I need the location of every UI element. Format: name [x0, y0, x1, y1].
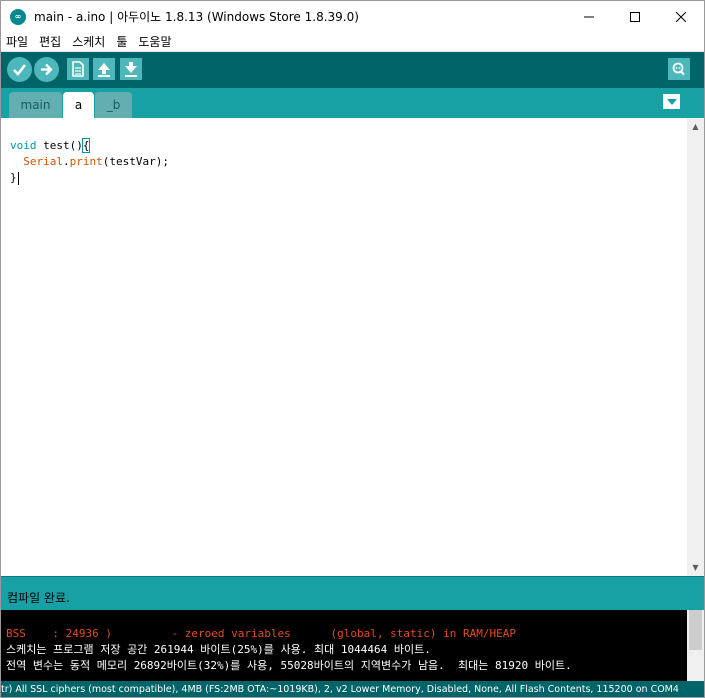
verify-button[interactable] — [7, 57, 32, 82]
menu-help[interactable]: 도움말 — [133, 33, 177, 50]
upload-button[interactable] — [34, 57, 59, 82]
sketch-tabs: main a _b — [1, 88, 704, 118]
check-icon — [13, 64, 27, 76]
code-text[interactable]: void test(){ Serial.print(testVar); } — [10, 122, 169, 186]
scroll-up-arrow-icon[interactable]: ▲ — [687, 118, 704, 135]
console-line: 스케치는 프로그램 저장 공간 261944 바이트(25%)를 사용. 최대 … — [6, 643, 431, 656]
arrow-down-icon — [125, 62, 137, 77]
matching-brace: { — [81, 138, 91, 153]
title-bar: ∞ main - a.ino | 아두이노 1.8.13 (Windows St… — [1, 1, 704, 32]
code-line-1: void test(){ — [10, 138, 91, 153]
console-text: BSS : 24936 ) - zeroed variables (global… — [6, 610, 572, 674]
new-file-icon — [72, 61, 84, 77]
menu-file[interactable]: 파일 — [1, 33, 34, 50]
code-editor[interactable]: void test(){ Serial.print(testVar); } ▲ … — [1, 118, 704, 576]
arduino-ide-window: ∞ main - a.ino | 아두이노 1.8.13 (Windows St… — [0, 0, 705, 698]
status-bar: 컴파일 완료. — [1, 576, 704, 610]
new-sketch-button[interactable] — [67, 58, 89, 80]
minimize-icon — [584, 16, 594, 17]
dot-operator: . — [63, 155, 70, 168]
close-icon — [676, 11, 686, 22]
maximize-icon — [630, 11, 640, 22]
text-caret — [17, 171, 19, 185]
tab-menu-button[interactable] — [663, 94, 680, 109]
code-line-2: Serial.print(testVar); — [10, 155, 169, 168]
open-button[interactable] — [93, 58, 115, 80]
minimize-button[interactable] — [566, 1, 612, 32]
chevron-down-icon — [666, 98, 677, 105]
tab-a[interactable]: a — [63, 92, 94, 118]
arrow-right-icon — [41, 63, 53, 76]
close-button[interactable] — [658, 1, 704, 32]
serial-monitor-button[interactable] — [668, 58, 690, 80]
maximize-button[interactable] — [612, 1, 658, 32]
arduino-logo-icon: ∞ — [10, 8, 26, 25]
keyword-void: void — [10, 139, 37, 152]
arrow-up-icon — [98, 63, 110, 77]
console-line: BSS : 24936 ) - zeroed variables (global… — [6, 627, 516, 640]
serial-monitor-icon — [672, 62, 685, 76]
save-button[interactable] — [120, 58, 142, 80]
console-output[interactable]: BSS : 24936 ) - zeroed variables (global… — [1, 610, 704, 681]
print-function: print — [69, 155, 103, 168]
menu-bar: 파일 편집 스케치 툴 도움말 — [1, 32, 704, 52]
board-info-text: tr) All SSL ciphers (most compatible), 4… — [1, 684, 679, 695]
toolbar — [1, 52, 704, 88]
board-info-bar: tr) All SSL ciphers (most compatible), 4… — [1, 681, 704, 697]
status-message: 컴파일 완료. — [7, 591, 70, 605]
editor-scrollbar[interactable]: ▲ ▼ — [687, 118, 704, 576]
window-controls — [566, 1, 704, 32]
menu-tools[interactable]: 툴 — [111, 33, 133, 50]
tab-main[interactable]: main — [9, 92, 62, 118]
function-signature: test() — [36, 139, 83, 152]
menu-edit[interactable]: 편집 — [34, 33, 67, 50]
print-args: (testVar); — [102, 155, 169, 168]
code-line-3: } — [10, 171, 19, 185]
console-scrollbar[interactable] — [687, 610, 704, 681]
tab-b[interactable]: _b — [95, 92, 132, 118]
scroll-down-arrow-icon[interactable]: ▼ — [687, 559, 704, 576]
menu-sketch[interactable]: 스케치 — [67, 33, 111, 50]
window-title: main - a.ino | 아두이노 1.8.13 (Windows Stor… — [34, 10, 359, 24]
console-scroll-thumb[interactable] — [689, 610, 702, 650]
serial-object: Serial — [23, 155, 63, 168]
console-line: 전역 변수는 동적 메모리 26892바이트(32%)를 사용, 55028바이… — [6, 659, 572, 672]
closing-brace: } — [10, 171, 17, 184]
